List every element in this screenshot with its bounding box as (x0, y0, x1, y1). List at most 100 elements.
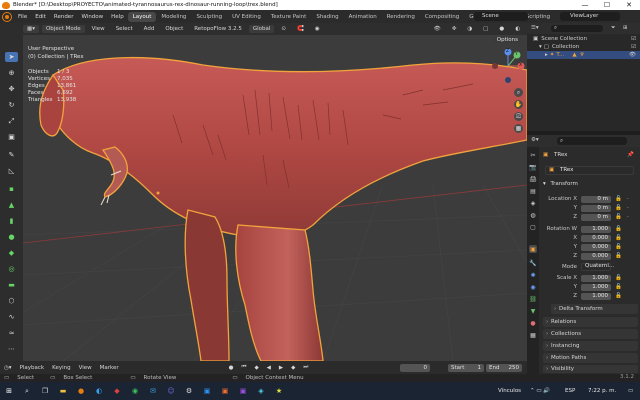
next-key-icon[interactable]: ◆ (287, 365, 299, 371)
app-icon[interactable]: ◆ (112, 386, 122, 396)
workspace-tab-texture-paint[interactable]: Texture Paint (266, 12, 312, 22)
menu-render[interactable]: Render (50, 14, 78, 20)
transform-tool-icon[interactable]: ▣ (5, 132, 18, 142)
object-mode-dropdown[interactable]: Object Mode (41, 25, 85, 33)
lock-icon[interactable]: 🔓 (615, 284, 622, 290)
app2-icon[interactable]: ◈ (256, 386, 266, 396)
maximize-button[interactable]: ☐ (596, 0, 618, 10)
timeline-menu-playback[interactable]: Playback (16, 365, 49, 371)
output-tab-icon[interactable]: 🖨 (529, 175, 537, 183)
location-z-field[interactable]: 0 m (581, 214, 611, 221)
scale-z-field[interactable]: 1.000 (581, 293, 611, 300)
viewport-menu-object[interactable]: Object (161, 25, 187, 33)
3d-viewport[interactable]: User Perspective (0) Collection | TRex O… (23, 35, 527, 361)
viewport-menu-add[interactable]: Add (140, 25, 159, 33)
end-frame-field[interactable]: End 250 (486, 364, 522, 372)
menu-help[interactable]: Help (107, 14, 128, 20)
visibility-panel[interactable]: Visibility (543, 365, 638, 373)
collection-tab-icon[interactable]: ▢ (529, 223, 537, 231)
start-frame-field[interactable]: Start 1 (448, 364, 484, 372)
scene-tab-icon[interactable]: ◈ (529, 199, 537, 207)
add-torus-tool-icon[interactable]: ◎ (5, 264, 18, 274)
relations-panel[interactable]: Relations (543, 317, 638, 327)
rotation-y-field[interactable]: 0.000 (581, 244, 611, 251)
perspective-toggle-icon[interactable]: ▦ (514, 124, 523, 133)
blender-taskbar-icon[interactable]: ● (76, 386, 86, 396)
lock-icon[interactable]: 🔓 (615, 293, 622, 299)
scale-tool-icon[interactable]: ⤢ (5, 116, 18, 126)
view-layer-selector[interactable]: ViewLayer (560, 12, 620, 21)
timeline-editor-icon[interactable]: ◷▾ (0, 365, 16, 371)
timeline-menu-marker[interactable]: Marker (96, 365, 123, 371)
vinculos-label[interactable]: Vínculos (498, 382, 521, 400)
pan-hand-icon[interactable]: ✋ (514, 100, 523, 109)
menu-file[interactable]: File (14, 14, 31, 20)
minimize-button[interactable]: — (574, 0, 596, 10)
editor-type-icon[interactable]: ▦▾ (23, 25, 39, 33)
add-cylinder-tool-icon[interactable]: ▮ (5, 216, 18, 226)
steam-icon[interactable]: ⚙ (184, 386, 194, 396)
collections-panel[interactable]: Collections (543, 329, 638, 339)
keyframe-dot-icon[interactable]: · (627, 214, 629, 220)
workspace-tab-rendering[interactable]: Rendering (382, 12, 420, 22)
play-reverse-icon[interactable]: ◀ (263, 365, 275, 371)
scale-y-field[interactable]: 1.000 (581, 284, 611, 291)
tool-tab-icon[interactable]: ✂ (529, 151, 537, 159)
rotation-z-field[interactable]: 0.000 (581, 253, 611, 260)
object-tab-icon[interactable]: ▣ (529, 245, 537, 253)
cursor-tool-icon[interactable]: ⊕ (5, 68, 18, 78)
shading-material-icon[interactable]: ◐ (511, 25, 524, 33)
lock-icon[interactable]: 🔓 (615, 226, 622, 232)
workspace-tab-shading[interactable]: Shading (311, 12, 343, 22)
rotation-x-field[interactable]: 0.000 (581, 235, 611, 242)
physics-tab-icon[interactable]: ◉ (529, 283, 537, 291)
notification-icon[interactable]: ▭ (628, 382, 633, 400)
add-plane-tool-icon[interactable]: ▬ (5, 280, 18, 290)
world-tab-icon[interactable]: ◍ (529, 211, 537, 219)
lock-icon[interactable]: 🔓 (615, 253, 622, 259)
transform-panel-header[interactable]: ▾ Transform (543, 181, 578, 187)
overlay-toggle-icon[interactable]: ◑ (463, 25, 476, 33)
rotate-tool-icon[interactable]: ↻ (5, 100, 18, 110)
timeline-menu-view[interactable]: View (75, 365, 96, 371)
outliner-trex-row[interactable]: ▸ ✦ T... ▲ ♆ 👁 (527, 51, 640, 59)
play-icon[interactable]: ▶ (275, 365, 287, 371)
rotation-mode-dropdown[interactable]: Quaterni... (581, 263, 614, 271)
add-ico-sphere-tool-icon[interactable]: ◆ (5, 248, 18, 258)
clock[interactable]: 7:22 p. m. (588, 382, 616, 400)
gizmo-toggle-icon[interactable]: ✜ (448, 25, 461, 33)
blender-menu-icon[interactable] (3, 12, 11, 21)
add-cube-tool-icon[interactable]: ▪ (5, 184, 18, 194)
outliner-collection-row[interactable]: ▾ ▢ Collection ☑ (527, 43, 640, 51)
extra-tool-icon[interactable]: ⬡ (5, 296, 18, 306)
outliner-search-icon[interactable]: ⌕ (551, 25, 603, 32)
illustrator-icon[interactable]: ▣ (220, 386, 230, 396)
chrome-icon[interactable]: ◉ (130, 386, 140, 396)
menu-window[interactable]: Window (77, 14, 107, 20)
lock-icon[interactable]: 🔓 (615, 205, 622, 211)
new-collection-icon[interactable]: ⊞ (623, 25, 628, 31)
view-layer-tab-icon[interactable]: ▤ (529, 187, 537, 195)
more-tools-icon[interactable]: ⋯ (5, 344, 18, 354)
workspace-tab-animation[interactable]: Animation (344, 12, 382, 22)
rotation-w-field[interactable]: 1.000 (581, 226, 611, 233)
photoshop-icon[interactable]: ▣ (202, 386, 212, 396)
scene-selector[interactable]: Scene (474, 12, 528, 21)
timeline-menu-keying[interactable]: Keying (48, 365, 74, 371)
menu-edit[interactable]: Edit (31, 14, 50, 20)
material-tab-icon[interactable]: ● (529, 319, 537, 327)
add-uv-sphere-tool-icon[interactable]: ● (5, 232, 18, 242)
draw-tool-icon[interactable]: ∿ (5, 312, 18, 322)
lock-icon[interactable]: 🔓 (615, 275, 622, 281)
xray-icon[interactable]: ▢ (479, 25, 492, 33)
keyframe-dot-icon[interactable]: · (627, 196, 629, 202)
task-view-icon[interactable]: ❐ (40, 386, 50, 396)
transform-orientation-dropdown[interactable]: Global (248, 25, 275, 33)
viewport-menu-select[interactable]: Select (112, 25, 137, 33)
instancing-panel[interactable]: Instancing (543, 341, 638, 351)
location-x-field[interactable]: 0 m (581, 196, 611, 203)
delta-transform-subpanel[interactable]: Delta Transform (551, 304, 638, 314)
add-cone-tool-icon[interactable]: ▲ (5, 200, 18, 210)
annotate-tool-icon[interactable]: ✎ (5, 150, 18, 160)
windows-start-icon[interactable]: ⊞ (4, 386, 14, 396)
